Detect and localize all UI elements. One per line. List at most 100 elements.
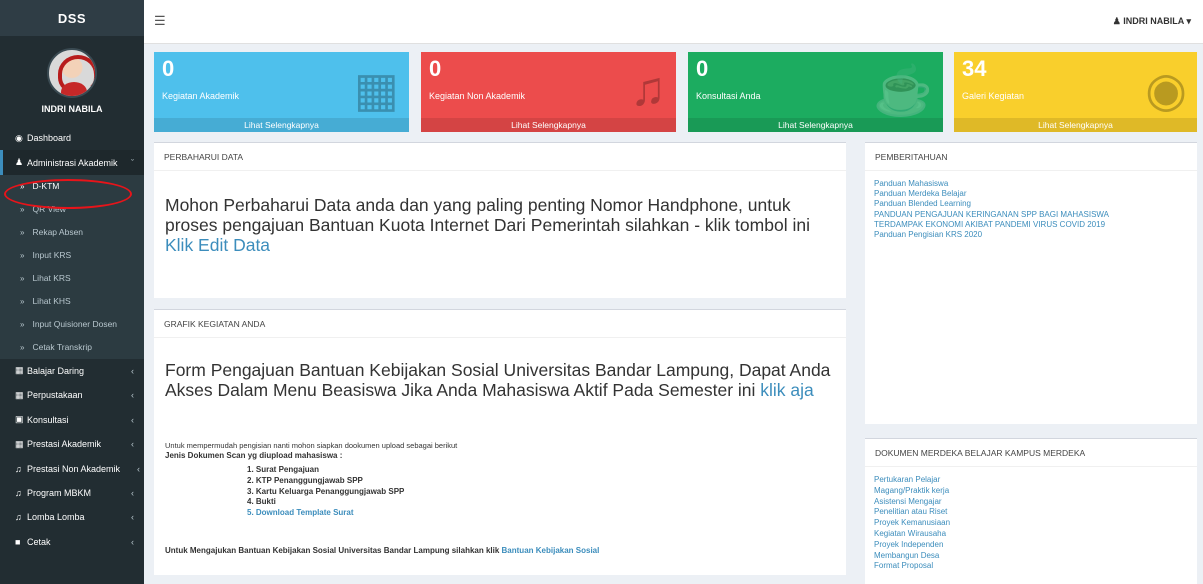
list-item: 1. Surat Pengajuan [247, 465, 320, 474]
box-label: Kegiatan Non Akademik [429, 91, 526, 101]
list-item: 2. KTP Penanggungjawab SPP [247, 475, 363, 485]
mbkm-link[interactable]: Format Proposal [874, 561, 1197, 572]
chevron-left-icon: ‹ [131, 414, 134, 425]
chevron-left-icon: ‹ [131, 390, 134, 401]
bantuan-kebijakan-link[interactable]: Bantuan Kebijakan Sosial [502, 546, 600, 555]
submenu-item-input-krs[interactable]: » Input KRS [0, 244, 144, 267]
info-box-konsultasi: 0 Konsultasi Anda ☕ Lihat Selengkapnya [688, 52, 943, 132]
mbkm-link[interactable]: Magang/Praktik kerja [874, 486, 1197, 497]
user-dropdown[interactable]: ♟ INDRI NABILA ▾ [1113, 16, 1191, 27]
submenu-item-cetak-transkrip[interactable]: » Cetak Transkrip [0, 336, 144, 359]
upload-note: Untuk mempermudah pengisian nanti mohon … [165, 441, 458, 450]
edit-data-link[interactable]: Klik Edit Data [165, 235, 270, 255]
notice-link[interactable]: Panduan Merdeka Belajar [874, 189, 1197, 199]
hamburger-menu-icon[interactable]: ☰ [154, 13, 166, 29]
box-count: 0 [696, 56, 709, 81]
notice-link[interactable]: TERDAMPAK EKONOMI AKIBAT PANDEMI VIRUS C… [874, 220, 1197, 230]
bantuan-message: Form Pengajuan Bantuan Kebijakan Sosial … [165, 360, 831, 400]
double-chevron-icon: » [20, 250, 25, 260]
sidebar-item-balajar-daring[interactable]: ▦ Balajar Daring ‹ [0, 359, 144, 383]
coffee-icon: ☕ [873, 65, 933, 118]
box-label: Galeri Kegiatan [962, 91, 1025, 101]
pemberitahuan-panel: PEMBERITAHUAN Panduan Mahasiswa Panduan … [865, 142, 1197, 424]
panel-title: PEMBERITAHUAN [865, 143, 1197, 171]
book-icon: ▦ [353, 64, 399, 117]
panel-title: GRAFIK KEGIATAN ANDA [154, 310, 846, 338]
sidebar-item-perpustakaan[interactable]: ▦ Perpustakaan ‹ [0, 383, 144, 407]
sidebar: DSS INDRI NABILA ◉ Dashboard ♟ Administr… [0, 0, 144, 584]
mbkm-links: Pertukaran Pelajar Magang/Praktik kerja … [865, 467, 1197, 572]
mbkm-link[interactable]: Proyek Independen [874, 540, 1197, 551]
document-list: 1. Surat Pengajuan 2. KTP Penanggungjawa… [247, 465, 404, 519]
sidebar-item-prestasi-non-akademik[interactable]: ♫ Prestasi Non Akademik ‹ [0, 456, 144, 480]
chevron-left-icon: ‹ [131, 365, 134, 376]
brand-logo[interactable]: DSS [0, 0, 144, 36]
box-more-link[interactable]: Lihat Selengkapnya [688, 118, 943, 132]
mbkm-documents-panel: DOKUMEN MERDEKA BELAJAR KAMPUS MERDEKA P… [865, 438, 1197, 584]
sidebar-item-cetak[interactable]: ■ Cetak ‹ [0, 530, 144, 554]
sidebar-item-konsultasi[interactable]: ▣ Konsultasi ‹ [0, 408, 144, 432]
double-chevron-icon: » [20, 296, 25, 306]
file-icon: ■ [15, 536, 21, 547]
box-more-link[interactable]: Lihat Selengkapnya [154, 118, 409, 132]
double-chevron-icon: » [20, 342, 25, 352]
user-icon: ♟ [1112, 16, 1121, 26]
box-more-link[interactable]: Lihat Selengkapnya [421, 118, 676, 132]
book-icon: ▦ [15, 389, 24, 400]
music-icon: ♫ [15, 463, 22, 474]
submenu-item-lihat-krs[interactable]: » Lihat KRS [0, 267, 144, 290]
book-icon: ▦ [15, 365, 24, 376]
sidebar-item-administrasi-akademik[interactable]: ♟ Administrasi Akademik ˇ [0, 150, 144, 175]
submenu-item-rekap-absen[interactable]: » Rekap Absen [0, 221, 144, 244]
chevron-left-icon: ‹ [131, 512, 134, 523]
double-chevron-icon: » [20, 227, 25, 237]
book-icon: ▦ [15, 438, 24, 449]
box-label: Konsultasi Anda [696, 91, 761, 101]
sidebar-item-prestasi-akademik[interactable]: ▦ Prestasi Akademik ‹ [0, 432, 144, 456]
mbkm-link[interactable]: Pertukaran Pelajar [874, 475, 1197, 486]
submenu-administrasi: » D-KTM » QR View » Rekap Absen » Input KRS … [0, 174, 144, 359]
submenu-item-input-quisioner-dosen[interactable]: » Input Quisioner Dosen [0, 313, 144, 336]
sidebar-item-program-mbkm[interactable]: ♫ Program MBKM ‹ [0, 481, 144, 505]
mbkm-link[interactable]: Penelitian atau Riset [874, 507, 1197, 518]
final-instruction: Untuk Mengajukan Bantuan Kebijakan Sosia… [165, 546, 600, 555]
avatar [47, 48, 97, 98]
double-chevron-icon: » [20, 273, 25, 283]
chevron-left-icon: ‹ [131, 439, 134, 450]
music-icon: ♫ [630, 63, 666, 116]
user-name: INDRI NABILA [41, 104, 103, 114]
notice-link[interactable]: PANDUAN PENGAJUAN KERINGANAN SPP BAGI MA… [874, 210, 1197, 220]
user-panel: INDRI NABILA [0, 36, 144, 126]
download-template-link[interactable]: 5. Download Template Surat [247, 508, 404, 519]
mbkm-link[interactable]: Asistensi Mengajar [874, 497, 1197, 508]
mbkm-link[interactable]: Proyek Kemanusiaan [874, 518, 1197, 529]
sidebar-item-dashboard[interactable]: ◉ Dashboard [0, 126, 144, 150]
klik-aja-link[interactable]: klik aja [760, 380, 814, 400]
mbkm-link[interactable]: Kegiatan Wirausaha [874, 529, 1197, 540]
submenu-item-lihat-khs[interactable]: » Lihat KHS [0, 290, 144, 313]
submenu-item-d-ktm[interactable]: » D-KTM [0, 175, 144, 198]
grafik-kegiatan-panel: GRAFIK KEGIATAN ANDA Form Pengajuan Bant… [154, 309, 846, 575]
sidebar-item-lomba-lomba[interactable]: ♫ Lomba Lomba ‹ [0, 505, 144, 529]
mbkm-link[interactable]: Membangun Desa [874, 551, 1197, 562]
dashboard-icon: ◉ [15, 132, 23, 143]
info-box-kegiatan-non-akademik: 0 Kegiatan Non Akademik ♫ Lihat Selengka… [421, 52, 676, 132]
double-chevron-icon: » [20, 181, 25, 191]
box-count: 0 [429, 56, 442, 81]
double-chevron-icon: » [20, 204, 25, 214]
music-icon: ♫ [15, 487, 22, 498]
box-count: 34 [962, 56, 987, 81]
panel-title: DOKUMEN MERDEKA BELAJAR KAMPUS MERDEKA [865, 439, 1197, 467]
submenu-item-qr-view[interactable]: » QR View [0, 198, 144, 221]
box-label: Kegiatan Akademik [162, 91, 240, 101]
list-item: 3. Kartu Keluarga Penanggungjawab SPP [247, 486, 405, 496]
doc-heading: Jenis Dokumen Scan yg diupload mahasiswa… [165, 451, 343, 460]
notice-link[interactable]: Panduan Pengisian KRS 2020 [874, 230, 1197, 240]
notice-link[interactable]: Panduan Blended Learning [874, 199, 1197, 209]
chevron-left-icon: ‹ [131, 536, 134, 547]
info-box-galeri: 34 Galeri Kegiatan ◉ Lihat Selengkapnya [954, 52, 1197, 132]
notice-link[interactable]: Panduan Mahasiswa [874, 179, 1197, 189]
info-box-kegiatan-akademik: 0 Kegiatan Akademik ▦ Lihat Selengkapnya [154, 52, 409, 132]
chevron-down-icon: ˇ [131, 157, 134, 168]
box-more-link[interactable]: Lihat Selengkapnya [954, 118, 1197, 132]
